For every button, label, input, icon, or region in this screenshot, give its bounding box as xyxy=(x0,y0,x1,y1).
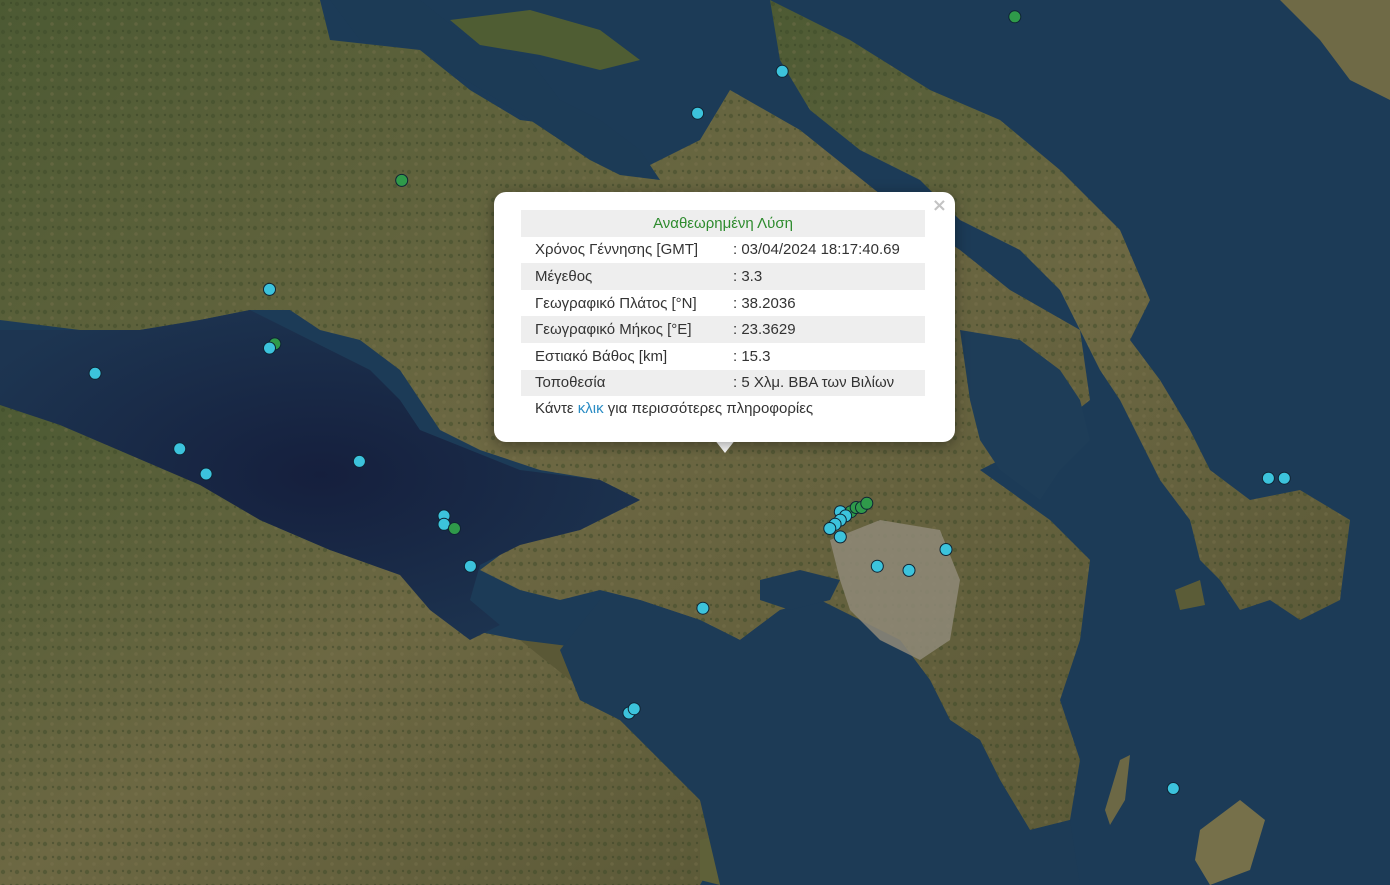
earthquake-marker[interactable] xyxy=(627,702,641,716)
location-label: Τοποθεσία xyxy=(521,369,733,397)
earthquake-marker[interactable] xyxy=(860,496,874,510)
earthquake-marker[interactable] xyxy=(463,559,477,573)
earthquake-marker[interactable] xyxy=(263,282,276,296)
earthquake-marker[interactable] xyxy=(448,522,461,535)
earthquake-marker[interactable] xyxy=(1277,471,1291,485)
satellite-map[interactable] xyxy=(0,0,1390,885)
close-icon[interactable]: × xyxy=(932,196,947,216)
info-row: Μέγεθος: 3.3 xyxy=(521,263,925,290)
earthquake-marker[interactable] xyxy=(902,563,916,577)
more-info-suffix: για περισσότερες πληροφορίες xyxy=(607,400,814,417)
info-row: Γεωγραφικό Πλάτος [°N] : 38.2036 xyxy=(521,290,925,317)
earthquake-marker[interactable] xyxy=(823,522,837,535)
earthquake-marker[interactable] xyxy=(939,543,953,556)
earthquake-marker[interactable] xyxy=(1166,782,1180,795)
longitude-value: : 23.3629 xyxy=(733,316,925,343)
info-row: Τοποθεσία: 5 Χλμ. ΒΒΑ των Βιλίων xyxy=(521,369,925,397)
latitude-label: Γεωγραφικό Πλάτος [°N] xyxy=(535,294,697,312)
earthquake-marker[interactable] xyxy=(173,442,187,456)
more-info-link[interactable]: κλικ xyxy=(578,400,604,417)
info-row: Χρόνος Γέννησης [GMT] : 03/04/2024 18:17:… xyxy=(521,237,925,264)
earthquake-marker[interactable] xyxy=(1008,10,1022,24)
latitude-value: : 38.2036 xyxy=(733,294,796,312)
earthquake-marker[interactable] xyxy=(691,106,705,120)
earthquake-marker[interactable] xyxy=(352,454,366,468)
more-info-prefix: Κάντε xyxy=(535,400,574,417)
origin-time-value: : 03/04/2024 18:17:40.69 xyxy=(733,241,900,259)
info-row: Γεωγραφικό Μήκος [°E]: 23.3629 xyxy=(521,316,925,343)
earthquake-popup: × Αναθεωρημένη Λύση Χρόνος Γέννησης [GMT… xyxy=(494,192,955,442)
magnitude-label: Μέγεθος xyxy=(521,263,733,290)
earthquake-marker[interactable] xyxy=(1261,471,1275,485)
earthquake-marker[interactable] xyxy=(833,530,847,544)
earthquake-info-table: Αναθεωρημένη Λύση Χρόνος Γέννησης [GMT]:… xyxy=(521,210,925,397)
depth-label: Εστιακό Βάθος [km] xyxy=(535,347,668,365)
earthquake-marker[interactable] xyxy=(88,366,102,380)
popup-title: Αναθεωρημένη Λύση xyxy=(521,210,925,237)
earthquake-marker[interactable] xyxy=(395,173,409,187)
more-info-text: Κάντε κλικ για περισσότερες πληροφορίες xyxy=(535,400,813,417)
longitude-label: Γεωγραφικό Μήκος [°E] xyxy=(521,316,733,343)
earthquake-marker[interactable] xyxy=(775,64,789,78)
earthquake-marker[interactable] xyxy=(696,601,710,615)
earthquake-marker[interactable] xyxy=(870,559,884,573)
depth-value: : 15.3 xyxy=(733,347,771,365)
info-row: Εστιακό Βάθος [km] : 15.3 xyxy=(521,343,925,370)
magnitude-value: : 3.3 xyxy=(733,263,925,290)
origin-time-label: Χρόνος Γέννησης [GMT] xyxy=(535,241,699,259)
location-value: : 5 Χλμ. ΒΒΑ των Βιλίων xyxy=(733,369,925,397)
earthquake-marker[interactable] xyxy=(199,467,213,481)
earthquake-marker[interactable] xyxy=(263,341,276,355)
